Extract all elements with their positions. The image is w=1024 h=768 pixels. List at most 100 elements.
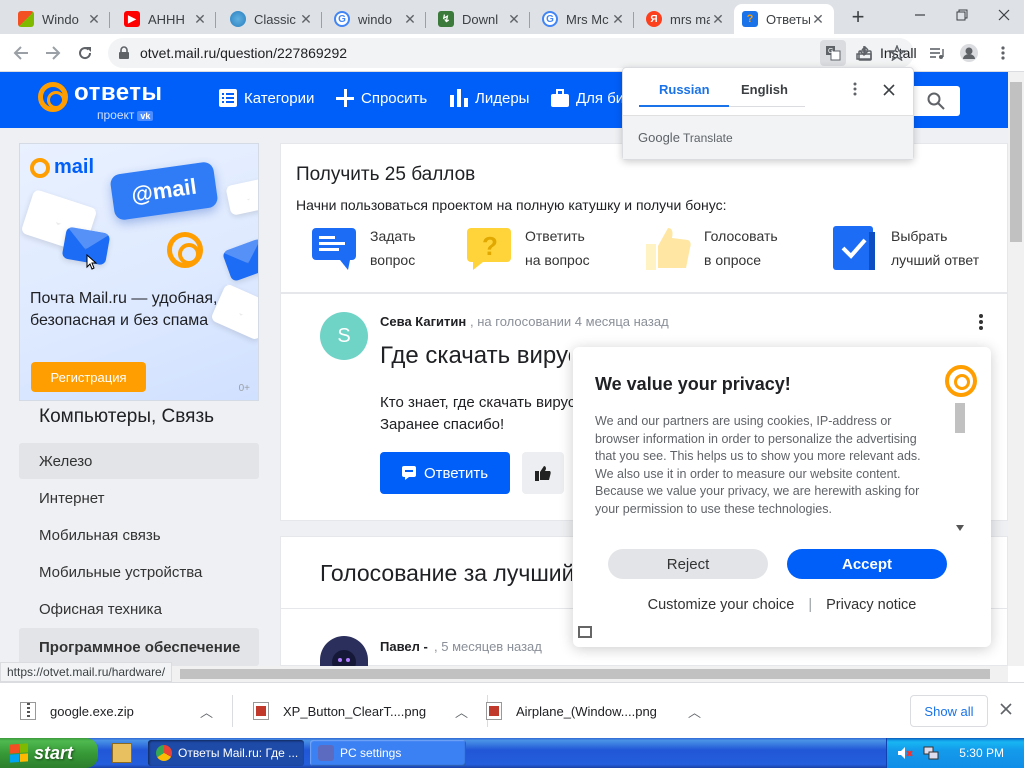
google-icon: G <box>542 11 558 27</box>
back-icon[interactable] <box>8 40 34 66</box>
windows-logo-icon <box>10 743 28 763</box>
bonus-answer-question[interactable]: ? Ответить на вопрос <box>465 224 645 272</box>
taskbar-item-pc-settings[interactable]: PC settings <box>310 740 466 766</box>
download-site-icon: ↯ <box>438 11 454 27</box>
sidebar-item-hardware[interactable]: Железо <box>19 443 259 479</box>
close-tab-icon[interactable]: ✕ <box>610 11 626 28</box>
privacy-scrollbar[interactable] <box>953 397 965 537</box>
minimize-icon[interactable] <box>900 0 940 30</box>
list-icon <box>219 89 237 107</box>
windows-xp-icon <box>18 11 34 27</box>
scrollbar-thumb[interactable] <box>955 403 965 433</box>
show-desktop-icon[interactable] <box>112 743 132 763</box>
zip-file-icon <box>20 702 36 720</box>
bookmark-star-icon[interactable] <box>884 40 910 66</box>
nav-categories[interactable]: Категории <box>219 89 314 107</box>
vertical-scrollbar[interactable] <box>1008 72 1024 666</box>
status-url: https://otvet.mail.ru/hardware/ <box>0 662 173 682</box>
like-button[interactable] <box>522 452 564 494</box>
translate-icon[interactable]: G <box>820 40 846 66</box>
answer-meta: , 5 месяцев назад <box>434 639 542 654</box>
reject-button[interactable]: Reject <box>608 549 768 579</box>
answer-author[interactable]: Павел - <box>380 639 428 654</box>
sidebar-item-software[interactable]: Программное обеспечение <box>19 628 259 666</box>
privacy-notice-link[interactable]: Privacy notice <box>826 597 916 613</box>
reload-icon[interactable] <box>72 40 98 66</box>
chevron-up-icon[interactable]: ︿ <box>688 702 701 721</box>
scrollbar-thumb[interactable] <box>180 669 990 679</box>
chevron-down-icon[interactable] <box>956 525 964 531</box>
start-button[interactable]: start <box>0 738 98 768</box>
show-all-downloads-button[interactable]: Show all <box>910 695 988 727</box>
close-tab-icon[interactable]: ✕ <box>86 11 102 28</box>
browser-tab[interactable]: Я mrs ma ✕ <box>638 4 734 34</box>
privacy-dialog: We value your privacy! We and our partne… <box>573 347 991 647</box>
download-item[interactable]: Airplane_(Window....png ︿ <box>486 683 701 739</box>
network-icon[interactable] <box>923 745 939 761</box>
volume-muted-icon[interactable] <box>897 745 913 761</box>
close-tab-icon[interactable]: ✕ <box>192 11 208 28</box>
lang-english-tab[interactable]: English <box>741 82 788 97</box>
new-tab-button[interactable]: + <box>846 6 870 30</box>
browser-tab[interactable]: ↯ Downl ✕ <box>430 4 530 34</box>
translate-popup: Russian English <box>622 67 914 160</box>
browser-tab[interactable]: G windo ✕ <box>326 4 426 34</box>
browser-tab[interactable]: Windo ✕ <box>10 4 110 34</box>
ad-register-button[interactable]: Регистрация <box>31 362 146 392</box>
bonus-ask-question[interactable]: Задать вопрос <box>310 224 490 272</box>
lang-russian-tab[interactable]: Russian <box>659 82 710 97</box>
site-logo[interactable]: ответы проект vk <box>38 80 163 122</box>
chevron-up-icon[interactable]: ︿ <box>455 702 468 721</box>
nav-leaders[interactable]: Лидеры <box>450 89 529 107</box>
download-item[interactable]: XP_Button_ClearT....png ︿ <box>253 683 489 739</box>
site-search-button[interactable] <box>912 86 960 116</box>
active-tab-indicator <box>639 105 729 107</box>
taskbar-item-chrome[interactable]: Ответы Mail.ru: Где ... <box>148 740 304 766</box>
close-window-icon[interactable] <box>984 0 1024 30</box>
avatar[interactable]: S <box>320 312 368 360</box>
bonus-vote[interactable]: Голосовать в опросе <box>644 224 824 272</box>
close-tab-icon[interactable]: ✕ <box>402 11 418 28</box>
close-tab-icon[interactable]: ✕ <box>298 11 314 28</box>
at-logo-icon <box>30 157 50 178</box>
ad-mail-logo: mail <box>30 156 94 179</box>
forward-icon[interactable] <box>40 40 66 66</box>
nav-business[interactable]: Для би <box>551 89 624 107</box>
sidebar-item-office-equipment[interactable]: Офисная техника <box>19 591 259 627</box>
close-icon[interactable] <box>883 83 897 97</box>
accept-button[interactable]: Accept <box>787 549 947 579</box>
browser-tab[interactable]: Classic ✕ <box>222 4 322 34</box>
profile-avatar-icon[interactable] <box>956 40 982 66</box>
age-rating: 0+ <box>238 383 250 394</box>
sidebar-item-mobile-connection[interactable]: Мобильная связь <box>19 517 259 553</box>
media-playlist-icon[interactable] <box>924 40 950 66</box>
restore-icon[interactable] <box>942 0 982 30</box>
close-icon[interactable] <box>996 699 1016 719</box>
browser-menu-icon[interactable] <box>990 40 1016 66</box>
ad-banner[interactable]: mail @mail Почта Mail.ru — удобная, безо… <box>19 143 259 401</box>
answer-button[interactable]: Ответить <box>380 452 510 494</box>
bonus-subtitle: Начни пользоваться проектом на полную ка… <box>296 197 727 213</box>
browser-tab[interactable]: G Mrs Mc ✕ <box>534 4 634 34</box>
address-bar[interactable]: otvet.mail.ru/question/227869292 Install <box>108 38 917 68</box>
browser-tab-strip: Windo ✕ ▶ АННН ✕ Classic ✕ G windo ✕ ↯ D… <box>0 0 1024 34</box>
customize-choice-link[interactable]: Customize your choice <box>648 597 795 613</box>
sidebar-item-internet[interactable]: Интернет <box>19 480 259 516</box>
question-author[interactable]: Сева Кагитин <box>380 314 466 329</box>
lock-icon[interactable] <box>118 46 130 60</box>
browser-tab[interactable]: ▶ АННН ✕ <box>116 4 216 34</box>
chevron-up-icon[interactable]: ︿ <box>200 702 213 721</box>
translate-options-icon[interactable] <box>853 82 863 98</box>
close-tab-icon[interactable]: ✕ <box>810 11 826 28</box>
nav-ask[interactable]: Спросить <box>336 89 427 107</box>
download-item[interactable]: google.exe.zip ︿ <box>20 683 234 739</box>
more-options-icon[interactable] <box>972 312 990 332</box>
sidebar-item-mobile-devices[interactable]: Мобильные устройства <box>19 554 259 590</box>
bonus-best-answer[interactable]: Выбрать лучший ответ <box>831 224 1011 272</box>
privacy-body: We and our partners are using cookies, I… <box>595 414 921 516</box>
scrollbar-thumb[interactable] <box>1010 82 1022 242</box>
close-tab-icon[interactable]: ✕ <box>506 11 522 28</box>
close-tab-icon[interactable]: ✕ <box>710 11 726 28</box>
share-icon[interactable] <box>852 40 878 66</box>
browser-tab-active[interactable]: ? Ответы ✕ <box>734 4 834 34</box>
